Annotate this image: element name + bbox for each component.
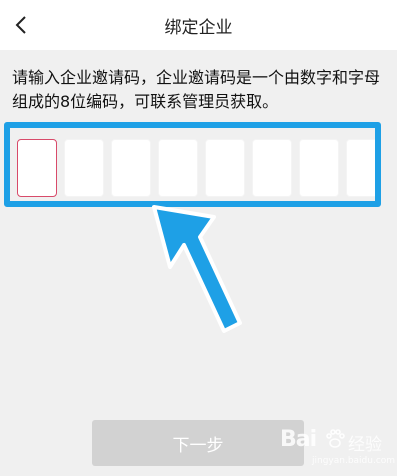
code-cell-5[interactable] bbox=[205, 139, 245, 197]
watermark-url: jingyan.baidu.com bbox=[312, 456, 396, 466]
page-title: 绑定企业 bbox=[164, 18, 233, 38]
next-button[interactable]: 下一步 bbox=[92, 420, 304, 466]
code-cell-1[interactable] bbox=[17, 139, 57, 197]
watermark-brand: Bai bbox=[280, 427, 317, 452]
baidu-watermark: Bai 经验 jingyan.baidu.com bbox=[276, 424, 396, 472]
code-cell-7[interactable] bbox=[299, 139, 339, 197]
code-cell-6[interactable] bbox=[252, 139, 292, 197]
instruction-text: 请输入企业邀请码，企业邀请码是一个由数字和字母组成的8位编码，可联系管理员获取。 bbox=[12, 68, 381, 111]
code-cell-8[interactable] bbox=[346, 139, 375, 197]
invite-code-input[interactable] bbox=[17, 139, 375, 197]
code-cell-4[interactable] bbox=[158, 139, 198, 197]
top-bar: 绑定企业 bbox=[0, 0, 397, 50]
code-cell-2[interactable] bbox=[64, 139, 104, 197]
watermark-sub: 经验 bbox=[348, 435, 382, 455]
paw-icon bbox=[326, 429, 345, 448]
code-cell-3[interactable] bbox=[111, 139, 151, 197]
pointer-arrow-icon bbox=[152, 205, 242, 333]
